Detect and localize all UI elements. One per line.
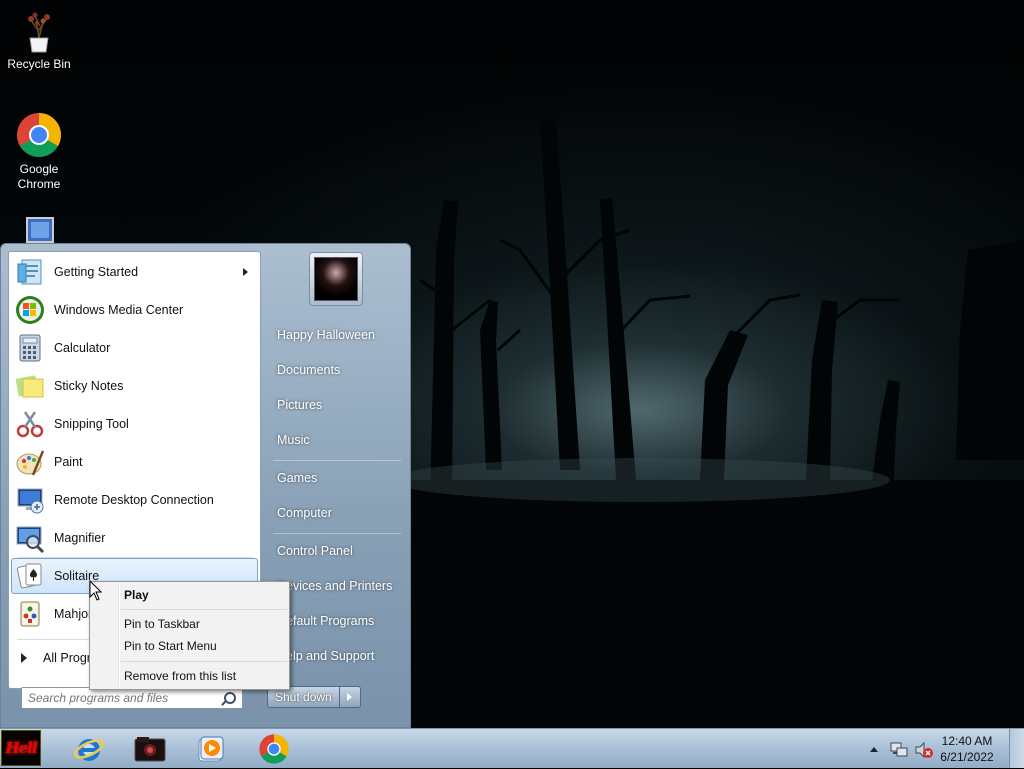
magnifier-icon (15, 523, 45, 554)
explorer-folder-icon (134, 736, 166, 761)
clock-date: 6/21/2022 (940, 750, 994, 764)
remote-desktop-icon (15, 485, 45, 515)
context-item-pin-to-start-menu[interactable]: Pin to Start Menu (92, 636, 287, 656)
start-item-music[interactable]: Music (267, 426, 407, 454)
desktop-icon-label: Recycle Bin (7, 57, 71, 71)
expand-arrow-icon (21, 653, 27, 663)
start-item-label: Help and Support (277, 649, 375, 663)
network-icon[interactable] (890, 741, 908, 759)
start-item-games[interactable]: Games (267, 464, 407, 492)
context-separator (121, 609, 287, 610)
desktop-icon-recycle-bin[interactable]: Recycle Bin (1, 6, 77, 72)
internet-explorer-icon (73, 738, 105, 761)
media-center-icon (15, 295, 45, 325)
start-right-separator (273, 533, 401, 534)
start-item-label: Pictures (277, 398, 323, 412)
shutdown-label: Shut down (275, 690, 332, 704)
program-remote-desktop-connection[interactable]: Remote Desktop Connection (11, 482, 258, 518)
program-snipping-tool[interactable]: Snipping Tool (11, 406, 258, 442)
search-icon[interactable] (224, 692, 236, 704)
program-windows-media-center[interactable]: Windows Media Center (11, 292, 258, 328)
start-item-label: Control Panel (277, 544, 353, 558)
taskbar-app-chrome[interactable] (245, 731, 303, 766)
chrome-icon (15, 111, 63, 159)
user-avatar (314, 257, 358, 301)
chrome-icon (259, 733, 289, 764)
start-item-label: Computer (277, 506, 332, 520)
start-search-box[interactable] (21, 687, 243, 709)
taskbar: Hell 12:40 AM 6/21/2022 (0, 728, 1024, 768)
mouse-cursor-icon (89, 580, 103, 601)
context-item-remove-from-list[interactable]: Remove from this list (92, 666, 287, 686)
program-sticky-notes[interactable]: Sticky Notes (11, 368, 258, 404)
taskbar-app-explorer[interactable] (121, 731, 179, 766)
taskbar-app-media-player[interactable] (182, 731, 240, 766)
clock-time: 12:40 AM (941, 734, 993, 748)
program-calculator[interactable]: Calculator (11, 330, 258, 366)
program-label: Windows Media Center (54, 303, 184, 317)
media-player-icon (198, 736, 224, 761)
program-label: Magnifier (54, 531, 106, 545)
program-getting-started[interactable]: Getting Started (11, 254, 258, 290)
start-item-pictures[interactable]: Pictures (267, 391, 407, 419)
calculator-icon (15, 333, 45, 363)
start-item-label: Happy Halloween (277, 328, 375, 342)
context-item-play[interactable]: Play (92, 585, 287, 605)
sticky-notes-icon (15, 371, 45, 401)
solitaire-icon (15, 561, 45, 591)
program-label: Remote Desktop Connection (54, 493, 214, 507)
submenu-arrow-icon (243, 268, 248, 276)
desktop-icon-label: Google Chrome (17, 162, 61, 191)
snipping-tool-icon (15, 409, 45, 439)
program-label: Calculator (54, 341, 111, 355)
program-label: Paint (54, 455, 83, 469)
program-label: Snipping Tool (54, 417, 129, 431)
start-item-computer[interactable]: Computer (267, 499, 407, 527)
start-right-separator (273, 460, 401, 461)
shutdown-options-arrow-icon[interactable] (339, 687, 360, 707)
paint-icon (15, 447, 45, 477)
start-item-control-panel[interactable]: Control Panel (267, 537, 407, 565)
recycle-bin-icon (15, 6, 63, 54)
search-input[interactable] (22, 688, 224, 708)
getting-started-icon (15, 257, 45, 287)
start-item-documents[interactable]: Documents (267, 356, 407, 384)
volume-muted-icon[interactable] (914, 741, 934, 759)
program-magnifier[interactable]: Magnifier (11, 520, 258, 556)
user-picture[interactable] (309, 252, 363, 306)
program-label: Sticky Notes (54, 379, 124, 393)
start-item-label: Default Programs (277, 614, 375, 628)
start-button[interactable]: Hell (1, 730, 41, 766)
show-desktop-button[interactable] (1009, 729, 1024, 768)
context-item-pin-to-taskbar[interactable]: Pin to Taskbar (92, 614, 287, 634)
start-item-label: Documents (277, 363, 341, 377)
show-hidden-icons-icon[interactable] (869, 745, 879, 753)
start-item-label: Music (277, 433, 310, 447)
program-paint[interactable]: Paint (11, 444, 258, 480)
program-label: Getting Started (54, 265, 139, 279)
start-item-label: Games (277, 471, 318, 485)
context-separator (121, 661, 287, 662)
desktop-icon-google-chrome[interactable]: Google Chrome (1, 111, 77, 192)
mahjong-icon (15, 599, 45, 629)
taskbar-app-internet-explorer[interactable] (60, 731, 118, 766)
start-item-label: Devices and Printers (277, 579, 393, 593)
start-item-happy-halloween[interactable]: Happy Halloween (267, 321, 407, 349)
context-menu: Play Pin to Taskbar Pin to Start Menu Re… (89, 581, 290, 690)
taskbar-clock[interactable]: 12:40 AM 6/21/2022 (932, 733, 1002, 765)
